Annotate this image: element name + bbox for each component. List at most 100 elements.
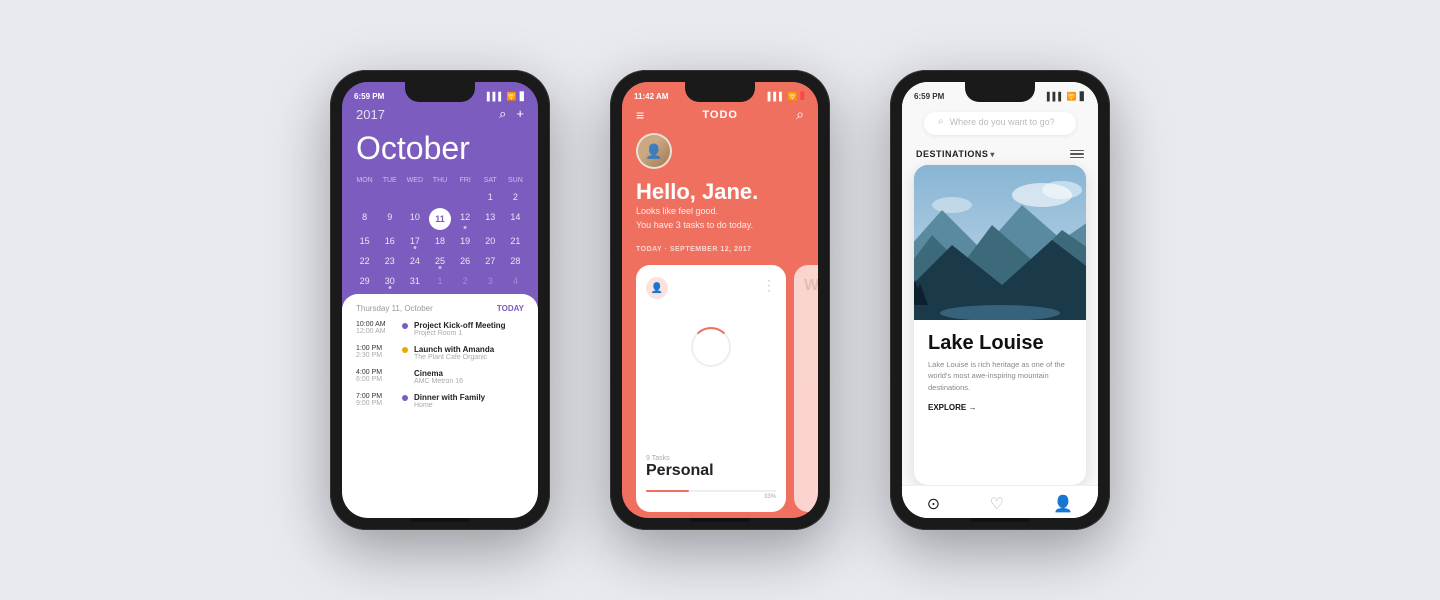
progress-bar <box>646 490 776 492</box>
hamburger-icon[interactable]: ≡ <box>636 107 644 123</box>
event-time: 7:00 PM 9:00 PM <box>356 393 396 407</box>
phone-calendar: 6:59 PM ▌▌▌ 🛜 ▋ 2017 ⌕ + October <box>330 70 550 530</box>
date-cell[interactable]: 1 <box>427 272 452 290</box>
date-cell[interactable]: 3 <box>478 272 503 290</box>
day-thu: THU <box>427 177 452 184</box>
home-indicator[interactable] <box>970 518 1030 522</box>
destination-card-content: Lake Louise Lake Louise is rich heritage… <box>914 320 1086 485</box>
todo-card-partial[interactable]: W <box>794 265 818 512</box>
destinations-bar: DESTINATIONS ▾ <box>902 141 1098 165</box>
date-cell[interactable]: 27 <box>478 252 503 270</box>
add-icon[interactable]: + <box>516 106 524 122</box>
week-2: 8 9 10 11 12 13 14 <box>352 208 528 230</box>
compass-icon[interactable]: ⊙ <box>927 494 940 514</box>
home-indicator[interactable] <box>690 518 750 522</box>
date-cell[interactable] <box>377 188 402 206</box>
date-cell[interactable]: 8 <box>352 208 377 230</box>
todo-title: TODO <box>702 109 738 121</box>
calendar-grid: MON TUE WED THU FRI SAT SUN <box>342 177 538 290</box>
battery-icon: ▋ <box>1080 92 1086 101</box>
profile-icon[interactable]: 👤 <box>1053 494 1073 514</box>
date-cell-today[interactable]: 11 <box>429 208 451 230</box>
home-indicator[interactable] <box>410 518 470 522</box>
time-display: 11:42 AM <box>634 92 668 101</box>
date-cell[interactable]: 2 <box>503 188 528 206</box>
month-label: October <box>342 130 538 177</box>
search-icon[interactable]: ⌕ <box>796 106 804 123</box>
event-start: 10:00 AM <box>356 321 396 328</box>
card-menu-icon[interactable]: ⋮ <box>762 277 776 299</box>
date-cell[interactable]: 18 <box>427 232 452 250</box>
date-cell[interactable]: 1 <box>478 188 503 206</box>
event-end: 6:00 PM <box>356 376 396 383</box>
destinations-label: DESTINATIONS ▾ <box>916 149 995 159</box>
date-cell[interactable]: 28 <box>503 252 528 270</box>
event-subtitle: Home <box>414 402 485 409</box>
day-sun: SUN <box>503 177 528 184</box>
event-time: 10:00 AM 12:00 AM <box>356 321 396 335</box>
event-time: 4:00 PM 6:00 PM <box>356 369 396 383</box>
event-title: Launch with Amanda <box>414 345 494 354</box>
event-dot <box>402 395 408 401</box>
day-wed: WED <box>402 177 427 184</box>
place-description: Lake Louise is rich heritage as one of t… <box>928 359 1072 393</box>
date-cell[interactable]: 4 <box>503 272 528 290</box>
event-title: Project Kick-off Meeting <box>414 321 506 330</box>
date-cell[interactable]: 22 <box>352 252 377 270</box>
event-start: 4:00 PM <box>356 369 396 376</box>
today-button[interactable]: TODAY <box>497 304 524 313</box>
status-icons: ▌▌▌ 🛜 ▋ <box>487 92 526 101</box>
date-cell[interactable]: 16 <box>377 232 402 250</box>
date-cell[interactable] <box>453 188 478 206</box>
date-cell[interactable] <box>352 188 377 206</box>
event-info: Project Kick-off Meeting Project Room 1 <box>414 321 506 337</box>
explore-button[interactable]: EXPLORE → <box>928 403 1072 412</box>
date-cell[interactable]: 31 <box>402 272 427 290</box>
search-icon[interactable]: ⌕ <box>499 106 506 122</box>
progress-fill <box>646 490 689 492</box>
date-cell[interactable]: 24 <box>402 252 427 270</box>
date-cell[interactable]: 9 <box>377 208 402 230</box>
date-cell[interactable]: 17 <box>402 232 427 250</box>
user-greeting-area: 👤 <box>622 133 818 179</box>
partial-card-name: W <box>804 277 818 295</box>
date-cell[interactable]: 30 <box>377 272 402 290</box>
date-cell[interactable]: 15 <box>352 232 377 250</box>
date-cell[interactable]: 23 <box>377 252 402 270</box>
search-bar[interactable]: ⌕ Where do you want to go? <box>924 112 1076 135</box>
chevron-down-icon[interactable]: ▾ <box>990 150 995 159</box>
signal-icon: ▌▌▌ <box>1047 92 1064 101</box>
week-1: 1 2 <box>352 188 528 206</box>
date-cell[interactable]: 12 <box>453 208 478 230</box>
date-cell[interactable]: 26 <box>453 252 478 270</box>
date-cell[interactable]: 13 <box>478 208 503 230</box>
date-cell[interactable]: 14 <box>503 208 528 230</box>
date-cell[interactable]: 2 <box>453 272 478 290</box>
search-icon: ⌕ <box>938 116 944 127</box>
date-cell[interactable]: 29 <box>352 272 377 290</box>
date-cell[interactable] <box>402 188 427 206</box>
date-cell[interactable]: 10 <box>402 208 427 230</box>
todo-card-personal[interactable]: 👤 ⋮ 9 Tasks Personal 33% <box>636 265 786 512</box>
event-time: 1:00 PM 2:30 PM <box>356 345 396 359</box>
destination-card[interactable]: Lake Louise Lake Louise is rich heritage… <box>914 165 1086 485</box>
event-item: 4:00 PM 6:00 PM Cinema AMC Metron 16 <box>356 369 524 385</box>
greeting-section: Hello, Jane. Looks like feel good. You h… <box>622 179 818 240</box>
event-subtitle: AMC Metron 16 <box>414 378 463 385</box>
event-end: 12:00 AM <box>356 328 396 335</box>
date-cell[interactable] <box>427 188 452 206</box>
date-cell[interactable]: 21 <box>503 232 528 250</box>
event-item: 1:00 PM 2:30 PM Launch with Amanda The P… <box>356 345 524 361</box>
event-title: Cinema <box>414 369 463 378</box>
card-task-count: 9 Tasks <box>646 455 776 462</box>
event-end: 2:30 PM <box>356 352 396 359</box>
date-cell[interactable]: 19 <box>453 232 478 250</box>
place-name: Lake Louise <box>928 332 1072 355</box>
location-icon[interactable]: ♡ <box>990 494 1004 514</box>
menu-icon[interactable] <box>1070 150 1084 159</box>
event-dot <box>402 371 408 377</box>
date-cell[interactable]: 20 <box>478 232 503 250</box>
event-item: 7:00 PM 9:00 PM Dinner with Family Home <box>356 393 524 409</box>
signal-icon: ▌▌▌ <box>768 92 785 101</box>
date-cell[interactable]: 25 <box>427 252 452 270</box>
